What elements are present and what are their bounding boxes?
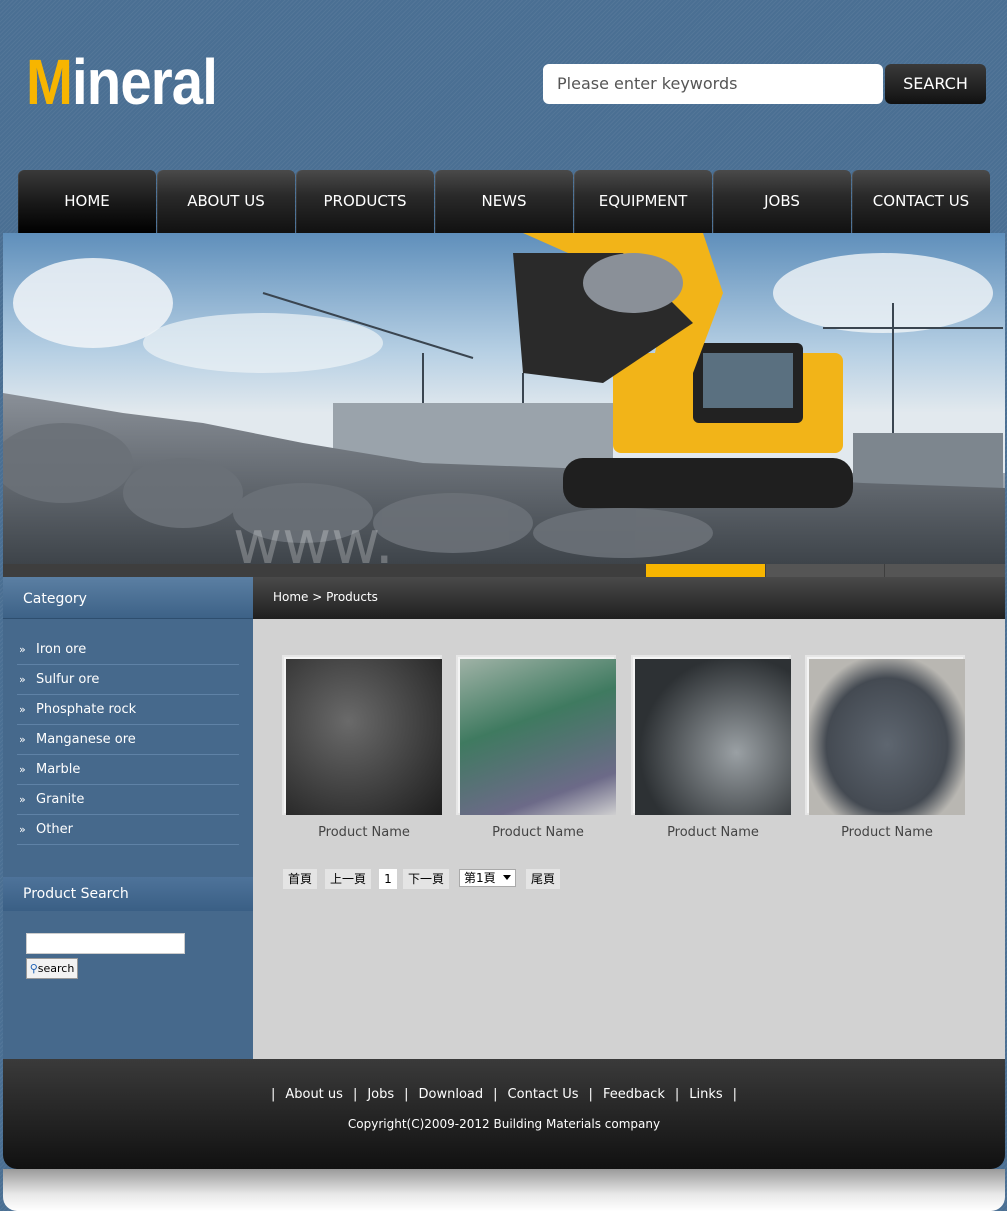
banner-indicator-3[interactable] [885, 564, 1005, 577]
footer-separator: | [270, 1087, 276, 1102]
banner-indicator-2[interactable] [766, 564, 884, 577]
category-item-sulfur-ore[interactable]: » Sulfur ore [17, 665, 239, 695]
site-logo[interactable]: Mineral [26, 50, 218, 114]
footer-link-links[interactable]: Links [689, 1087, 722, 1102]
product-card[interactable]: Product Name [805, 655, 969, 840]
category-item-phosphate-rock[interactable]: » Phosphate rock [17, 695, 239, 725]
double-chevron-icon: » [19, 733, 26, 746]
banner-indicator-active[interactable] [646, 564, 765, 577]
category-list: » Iron ore » Sulfur ore » Phosphate rock » M… [3, 635, 253, 845]
footer-links: | About us | Jobs | Download | Contact Us | Feedb… [3, 1087, 1005, 1102]
category-label: Granite [36, 792, 85, 807]
page-select-value: 第1頁 [464, 871, 496, 885]
copyright: Copyright(C)2009-2012 Building Materials… [347, 1117, 661, 1131]
product-image-frame[interactable] [631, 655, 791, 815]
footer-link-jobs[interactable]: Jobs [367, 1087, 394, 1102]
product-image-manganese[interactable] [809, 659, 965, 815]
footer-separator: | [352, 1087, 358, 1102]
category-item-granite[interactable]: » Granite [17, 785, 239, 815]
double-chevron-icon: » [19, 643, 26, 656]
footer-separator: | [404, 1087, 409, 1102]
banner-indicator-strip [3, 564, 1005, 577]
breadcrumb: Home > Products [253, 577, 1005, 619]
category-item-marble[interactable]: » Marble [17, 755, 239, 785]
dropdown-caret-icon [503, 875, 511, 880]
product-image-granite[interactable] [635, 659, 791, 815]
footer-reflection [3, 1169, 1005, 1211]
footer: | About us | Jobs | Download | Contact Us | Feedb… [3, 1059, 1005, 1169]
product-card[interactable]: Product Name [282, 655, 446, 840]
double-chevron-icon: » [19, 793, 26, 806]
category-item-manganese-ore[interactable]: » Manganese ore [17, 725, 239, 755]
nav-about-us[interactable]: ABOUT US [157, 170, 295, 233]
nav-products[interactable]: PRODUCTS [296, 170, 434, 233]
pager-current[interactable]: 1 [379, 869, 397, 889]
logo-rest: ineral [72, 46, 218, 118]
product-image-fluorite[interactable] [460, 659, 616, 815]
category-label: Other [36, 822, 73, 837]
hero-banner: www. [3, 233, 1005, 564]
product-image-frame[interactable] [805, 655, 965, 815]
search-input[interactable] [543, 64, 883, 104]
footer-separator: | [732, 1087, 738, 1102]
category-label: Iron ore [36, 642, 87, 657]
product-card[interactable]: Product Name [631, 655, 795, 840]
category-label: Phosphate rock [36, 702, 137, 717]
product-card[interactable]: Product Name [456, 655, 620, 840]
footer-link-contact-us[interactable]: Contact Us [508, 1087, 579, 1102]
pager-next[interactable]: 下一頁 [403, 869, 449, 889]
product-grid: Product Name Product Name Product Name P… [282, 655, 1002, 855]
sidebar: Category » Iron ore » Sulfur ore » Phosphat… [3, 577, 253, 1059]
double-chevron-icon: » [19, 763, 26, 776]
page-select[interactable]: 第1頁 [459, 869, 516, 887]
footer-link-about-us[interactable]: About us [285, 1087, 343, 1102]
main-nav: HOME ABOUT US PRODUCTS NEWS EQUIPMENT JO… [18, 170, 990, 233]
search-button[interactable]: SEARCH [885, 64, 986, 104]
double-chevron-icon: » [19, 823, 26, 836]
pager-last[interactable]: 尾頁 [526, 869, 560, 889]
footer-link-download[interactable]: Download [419, 1087, 484, 1102]
pager-prev[interactable]: 上一頁 [325, 869, 371, 889]
footer-link-feedback[interactable]: Feedback [603, 1087, 665, 1102]
nav-jobs[interactable]: JOBS [713, 170, 851, 233]
product-search-title: Product Search [3, 877, 253, 911]
category-label: Sulfur ore [36, 672, 100, 687]
magnifier-icon: ⚲ [29, 962, 38, 975]
nav-news[interactable]: NEWS [435, 170, 573, 233]
product-search-button-label: search [37, 962, 75, 975]
product-image-frame[interactable] [282, 655, 442, 815]
category-item-other[interactable]: » Other [17, 815, 239, 845]
banner-watermark: www. [233, 508, 394, 564]
category-item-iron-ore[interactable]: » Iron ore [17, 635, 239, 665]
double-chevron-icon: » [19, 703, 26, 716]
product-search-input[interactable] [26, 933, 185, 954]
product-name[interactable]: Product Name [631, 825, 795, 840]
category-label: Marble [36, 762, 81, 777]
footer-separator: | [588, 1087, 593, 1102]
nav-contact-us[interactable]: CONTACT US [852, 170, 990, 233]
category-label: Manganese ore [36, 732, 136, 747]
product-image-iron-ore[interactable] [286, 659, 442, 815]
excavator-scene-image: www. [3, 233, 1005, 564]
double-chevron-icon: » [19, 673, 26, 686]
footer-separator: | [674, 1087, 680, 1102]
category-title: Category [3, 577, 253, 619]
product-name[interactable]: Product Name [456, 825, 620, 840]
logo-first-letter: M [26, 46, 73, 118]
pager-first[interactable]: 首頁 [283, 869, 317, 889]
nav-home[interactable]: HOME [18, 170, 156, 233]
footer-separator: | [493, 1087, 498, 1102]
product-name[interactable]: Product Name [282, 825, 446, 840]
product-image-frame[interactable] [456, 655, 616, 815]
nav-equipment[interactable]: EQUIPMENT [574, 170, 712, 233]
product-name[interactable]: Product Name [805, 825, 969, 840]
main-content: Home > Products Product Name Product Nam… [253, 577, 1005, 1059]
product-search-button[interactable]: ⚲search [26, 958, 78, 979]
